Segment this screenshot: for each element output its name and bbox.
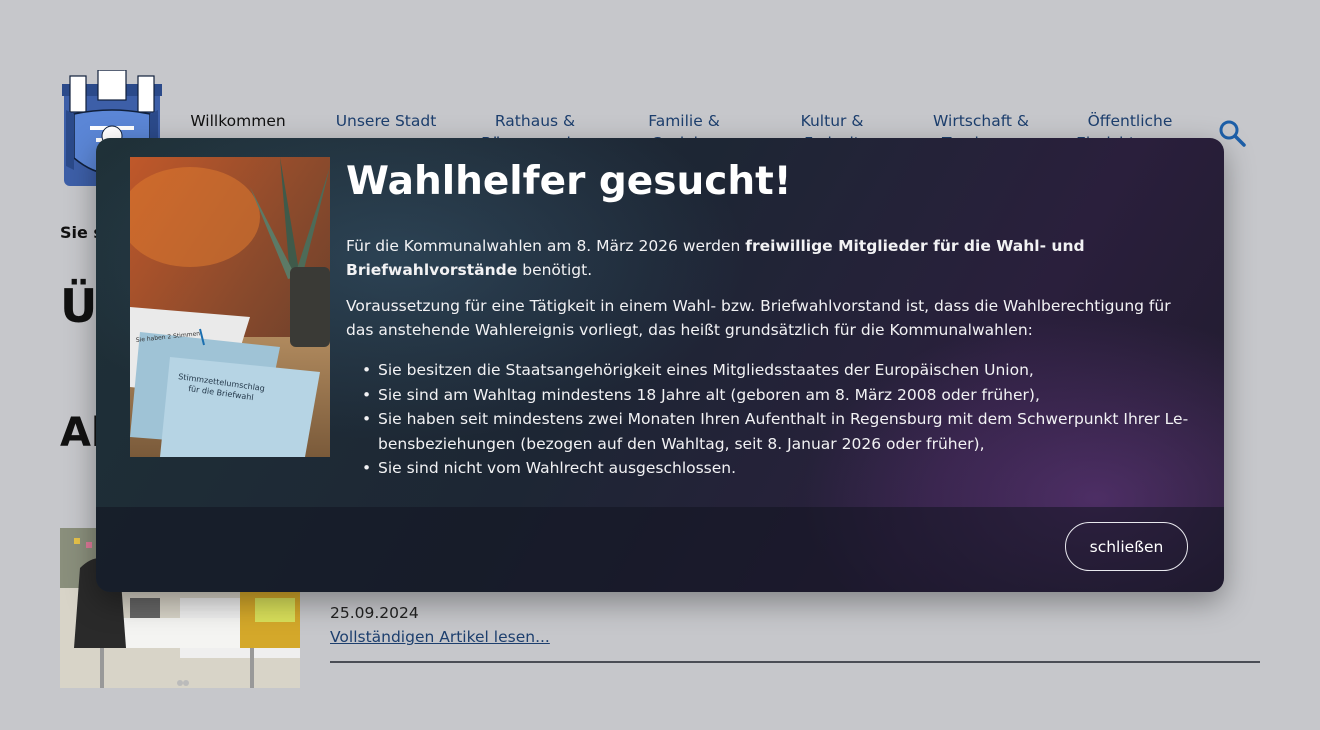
- election-helper-modal: Stimmzettelumschlag für die Briefwahl Si…: [96, 138, 1224, 592]
- requirement-item: Sie sind am Wahltag mindestens 18 Jahre …: [362, 383, 1196, 408]
- modal-body: Stimmzettelumschlag für die Briefwahl Si…: [96, 138, 1224, 507]
- requirement-item: Sie besitzen die Staatsangehörigkeit ein…: [362, 358, 1196, 383]
- requirement-item: Sie sind nicht vom Wahlrecht ausgeschlos…: [362, 456, 1196, 481]
- requirements-list: Sie besitzen die Staatsangehörigkeit ein…: [346, 358, 1196, 481]
- modal-intro-post: benötigt.: [517, 261, 593, 279]
- close-button[interactable]: schließen: [1065, 522, 1188, 571]
- modal-heading: Wahlhelfer gesucht!: [346, 159, 792, 204]
- read-more-link[interactable]: Vollständigen Artikel lesen...: [330, 628, 550, 646]
- modal-intro-pre: Für die Kommunalwahlen am 8. März 2026 w…: [346, 237, 746, 255]
- article-divider: [330, 661, 1260, 663]
- modal-content: Wahlhelfer gesucht! Für die Kommunalwahl…: [346, 158, 1196, 481]
- modal-intro: Für die Kommunalwahlen am 8. März 2026 w…: [346, 234, 1196, 282]
- requirement-item: Sie haben seit mindestens zwei Monaten I…: [362, 407, 1196, 456]
- modal-image: Stimmzettelumschlag für die Briefwahl Si…: [130, 157, 330, 457]
- modal-footer: [96, 507, 1224, 592]
- article-date: 25.09.2024: [330, 604, 419, 622]
- modal-requirements-intro: Voraussetzung für eine Tätigkeit in eine…: [346, 297, 1171, 339]
- nav-item-willkommen[interactable]: Willkommen: [178, 110, 298, 132]
- page-title: Ü: [60, 279, 98, 333]
- nav-item-unsere-stadt[interactable]: Unsere Stadt: [326, 110, 446, 132]
